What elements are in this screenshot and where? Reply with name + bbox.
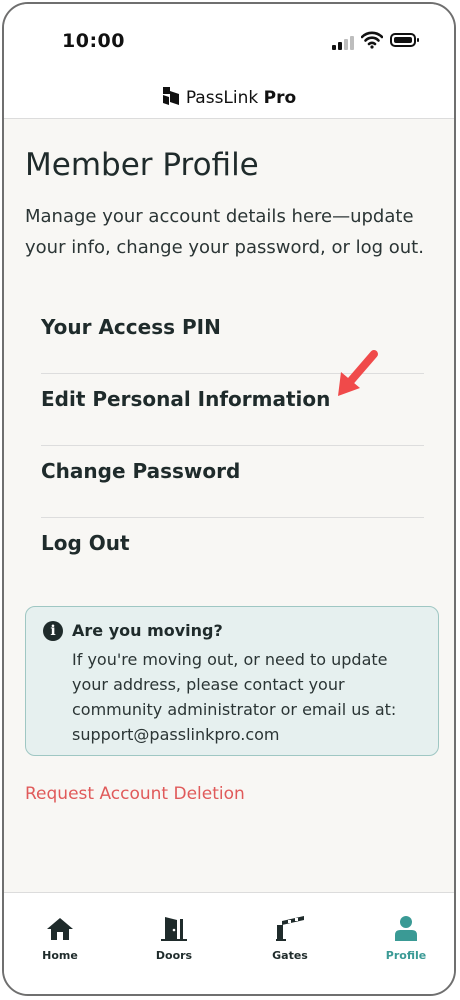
- gate-icon: [276, 916, 304, 941]
- brand-suffix: Pro: [263, 88, 297, 108]
- tab-profile-label: Profile: [385, 949, 427, 962]
- brand-name: PassLink: [185, 88, 259, 108]
- wifi-icon: [361, 31, 383, 49]
- cellular-signal-icon: [332, 34, 354, 50]
- tab-profile[interactable]: Profile: [366, 913, 446, 962]
- tab-doors[interactable]: Doors: [134, 913, 214, 962]
- passlink-logo-icon: [162, 87, 179, 105]
- page-description: Manage your account details here—update …: [25, 206, 424, 258]
- tab-doors-label: Doors: [155, 949, 193, 962]
- annotation-arrow-icon: [338, 350, 378, 396]
- brand-header: PassLink Pro: [4, 76, 454, 119]
- status-bar: 10:00: [4, 4, 454, 76]
- battery-icon: [390, 33, 419, 47]
- menu-item-log-out[interactable]: Log Out: [41, 518, 424, 590]
- status-time: 10:00: [62, 30, 125, 52]
- phone-frame: 10:00 PassLink Pro Member Profile Manage…: [2, 2, 456, 996]
- brand-logo: PassLink Pro: [4, 86, 454, 108]
- page-title: Member Profile: [25, 147, 259, 183]
- tab-home-label: Home: [42, 949, 78, 962]
- notice-body: If you're moving out, or need to update …: [72, 650, 397, 744]
- home-icon: [47, 918, 73, 940]
- bottom-tab-bar: Home Doors Gates Profile: [4, 892, 454, 994]
- tab-gates-label: Gates: [272, 949, 308, 962]
- moving-notice: i Are you moving? If you're moving out, …: [25, 606, 439, 756]
- menu-item-change-password[interactable]: Change Password: [41, 446, 424, 518]
- info-icon: i: [43, 621, 63, 641]
- door-icon: [161, 917, 187, 941]
- notice-title: Are you moving?: [72, 621, 223, 640]
- tab-home[interactable]: Home: [20, 913, 100, 962]
- tab-gates[interactable]: Gates: [250, 913, 330, 962]
- person-icon: [395, 916, 417, 941]
- request-account-deletion-link[interactable]: Request Account Deletion: [25, 784, 245, 804]
